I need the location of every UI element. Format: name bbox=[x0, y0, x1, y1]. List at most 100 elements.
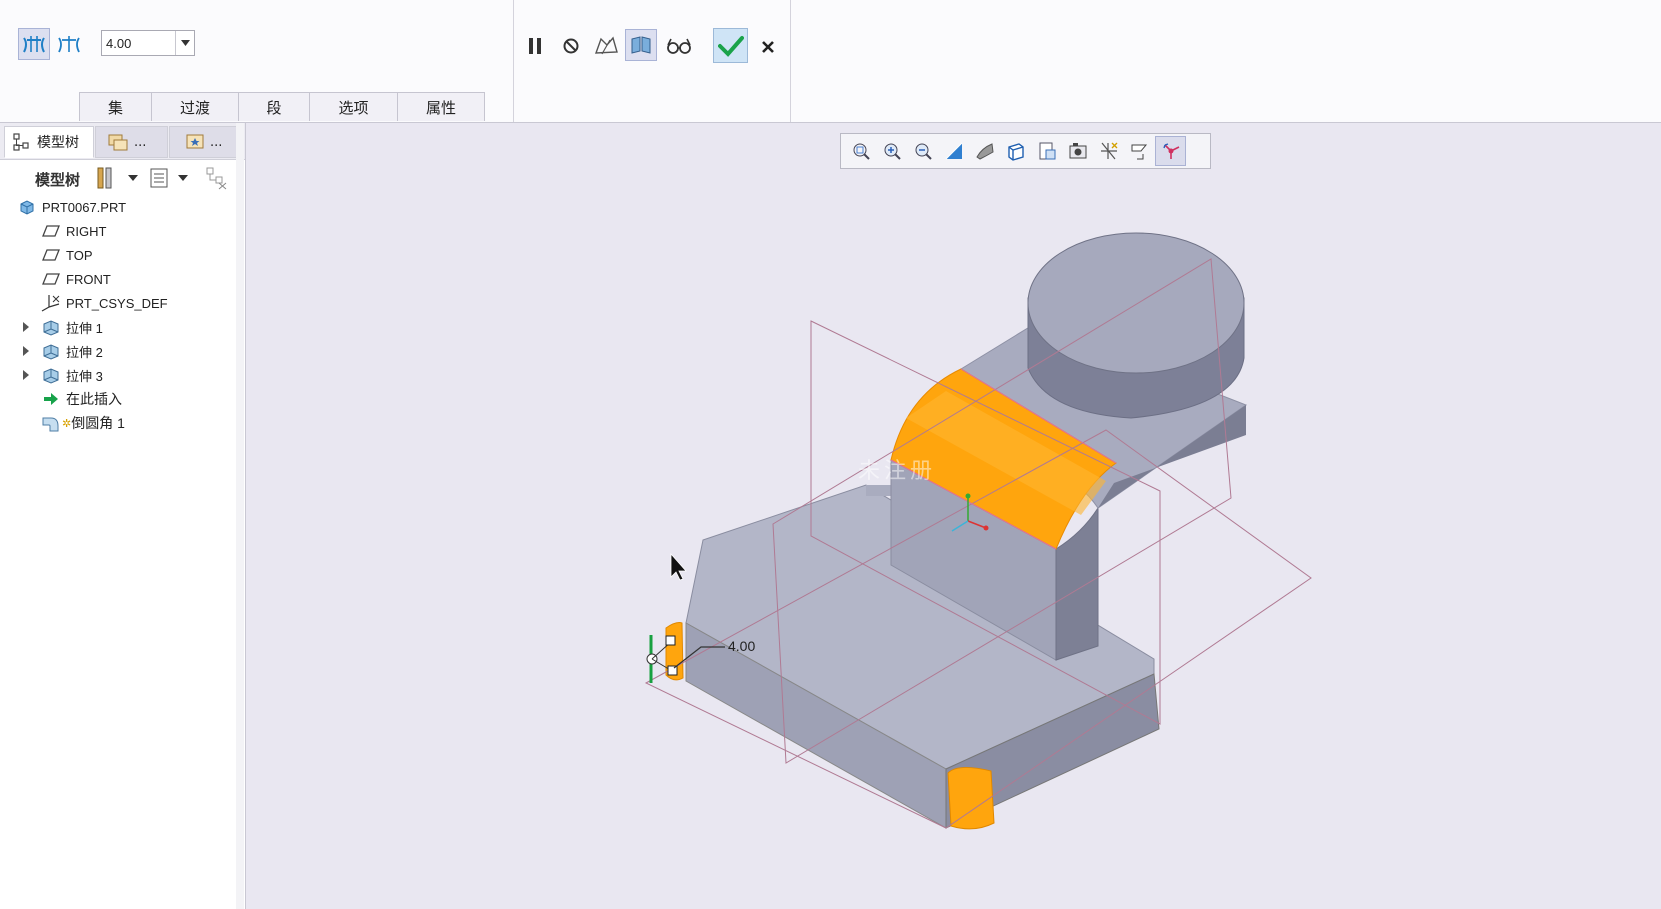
tree-item-label: 拉伸 1 bbox=[66, 320, 103, 336]
tree-item-front-plane[interactable]: FRONT bbox=[40, 268, 111, 290]
glasses-icon bbox=[667, 38, 691, 54]
tab-pieces[interactable]: 段 bbox=[238, 92, 310, 121]
transition-mode-button[interactable] bbox=[53, 28, 85, 60]
tab-folder-browser-label: ... bbox=[134, 134, 147, 150]
tree-filter-button[interactable] bbox=[204, 165, 232, 191]
radius-dropdown-button[interactable] bbox=[175, 31, 194, 55]
model-tree-toolbar: 模型树 bbox=[0, 160, 245, 196]
spin-center-icon bbox=[1162, 143, 1179, 159]
mouse-cursor-icon bbox=[670, 552, 687, 581]
preview-geometry-button[interactable] bbox=[625, 29, 657, 61]
tools-icon bbox=[97, 167, 112, 189]
tab-sets[interactable]: 集 bbox=[79, 92, 152, 121]
view-manager-button[interactable] bbox=[1031, 136, 1062, 166]
zoom-out-icon bbox=[915, 143, 932, 160]
model-tree-panel: 模型树 ... ... 模型树 PRT0067.PRT RIGHT TOP FR… bbox=[0, 123, 246, 909]
round-icon bbox=[40, 414, 62, 432]
tree-item-label: 拉伸 2 bbox=[66, 344, 103, 360]
refit-button[interactable] bbox=[845, 136, 876, 166]
pause-button[interactable] bbox=[519, 30, 551, 62]
tab-options[interactable]: 选项 bbox=[309, 92, 398, 121]
datum-plane-icon bbox=[40, 246, 62, 264]
zoom-in-icon bbox=[884, 143, 901, 160]
zoom-out-button[interactable] bbox=[907, 136, 938, 166]
no-preview-icon bbox=[563, 38, 579, 54]
corner-round-face[interactable] bbox=[947, 767, 995, 830]
tree-item-round-1[interactable]: ✲ 倒圆角 1 bbox=[40, 412, 125, 434]
tree-item-label: TOP bbox=[66, 247, 93, 263]
view-toolbar bbox=[840, 133, 1211, 169]
tree-scrollbar[interactable] bbox=[236, 123, 244, 909]
tree-item-csys[interactable]: PRT_CSYS_DEF bbox=[40, 292, 168, 314]
tree-item-extrude-2[interactable]: 拉伸 2 bbox=[40, 340, 103, 362]
tree-item-right-plane[interactable]: RIGHT bbox=[40, 220, 106, 242]
extrude-icon bbox=[40, 366, 62, 384]
display-style-button[interactable] bbox=[969, 136, 1000, 166]
display-style-icon bbox=[975, 143, 994, 160]
tree-item-part[interactable]: PRT0067.PRT bbox=[16, 196, 126, 218]
ok-button[interactable] bbox=[713, 28, 748, 63]
tree-item-extrude-1[interactable]: 拉伸 1 bbox=[40, 316, 103, 338]
tree-item-label: PRT0067.PRT bbox=[42, 199, 127, 215]
expand-arrow-icon[interactable] bbox=[21, 369, 31, 381]
watermark-text: 未注册 bbox=[858, 459, 937, 484]
chevron-down-icon bbox=[128, 175, 138, 181]
annotation-display-icon bbox=[1131, 144, 1147, 160]
refit-icon bbox=[853, 143, 870, 160]
camera-icon bbox=[1069, 143, 1086, 159]
geometry-preview-icon bbox=[631, 36, 651, 54]
chevron-down-icon bbox=[180, 40, 190, 46]
close-icon bbox=[762, 41, 774, 53]
favorites-icon bbox=[186, 134, 204, 149]
tab-favorites[interactable]: ... bbox=[169, 126, 241, 158]
navigator-tabs: 模型树 ... ... bbox=[0, 123, 245, 160]
tree-view-button[interactable] bbox=[148, 165, 194, 191]
tree-filter-icon bbox=[206, 167, 227, 190]
datum-plane-icon bbox=[40, 270, 62, 288]
extrude-icon bbox=[40, 318, 62, 336]
saved-orientations-button[interactable] bbox=[1000, 136, 1031, 166]
zoom-in-button[interactable] bbox=[876, 136, 907, 166]
new-feature-marker-icon: ✲ bbox=[62, 417, 72, 430]
checkmark-icon bbox=[717, 35, 744, 57]
cancel-button[interactable] bbox=[752, 31, 784, 63]
repaint-button[interactable] bbox=[938, 136, 969, 166]
insert-here-icon bbox=[40, 390, 62, 408]
tree-item-top-plane[interactable]: TOP bbox=[40, 244, 93, 266]
cube-icon bbox=[1007, 143, 1024, 161]
tree-item-label: FRONT bbox=[66, 271, 111, 287]
verify-mode-button[interactable] bbox=[663, 30, 695, 62]
datum-display-button[interactable] bbox=[1093, 136, 1124, 166]
csys-icon bbox=[40, 294, 62, 312]
model-tree-icon bbox=[13, 133, 29, 151]
tree-item-extrude-3[interactable]: 拉伸 3 bbox=[40, 364, 103, 386]
tab-folder-browser[interactable]: ... bbox=[95, 126, 168, 158]
tab-model-tree[interactable]: 模型树 bbox=[4, 126, 94, 158]
view-manager-icon bbox=[1039, 142, 1055, 160]
cylinder-top[interactable] bbox=[1027, 232, 1245, 374]
perspective-button[interactable] bbox=[1062, 136, 1093, 166]
tree-item-label: PRT_CSYS_DEF bbox=[66, 295, 168, 311]
tab-favorites-label: ... bbox=[210, 134, 223, 150]
base-back-face[interactable] bbox=[866, 485, 891, 496]
radius-input[interactable] bbox=[102, 32, 178, 54]
datum-plane-icon bbox=[40, 222, 62, 240]
round-set-icon bbox=[23, 36, 45, 53]
tab-properties[interactable]: 属性 bbox=[397, 92, 485, 121]
expand-arrow-icon[interactable] bbox=[21, 345, 31, 357]
tab-transitions[interactable]: 过渡 bbox=[151, 92, 239, 121]
dimension-label[interactable]: 4.00 bbox=[728, 638, 755, 654]
no-preview-button[interactable] bbox=[555, 30, 587, 62]
tree-item-label: 拉伸 3 bbox=[66, 368, 103, 384]
expand-arrow-icon[interactable] bbox=[21, 321, 31, 333]
tree-settings-button[interactable] bbox=[94, 165, 140, 191]
list-view-icon bbox=[150, 168, 168, 188]
preview-attached-button[interactable] bbox=[590, 30, 622, 62]
rounded-set-mode-button[interactable] bbox=[18, 28, 50, 60]
graphics-viewport[interactable]: 4.00 未注册 bbox=[246, 123, 1661, 909]
tree-item-insert-here[interactable]: 在此插入 bbox=[40, 388, 122, 410]
annotation-display-button[interactable] bbox=[1124, 136, 1155, 166]
radius-combo[interactable] bbox=[101, 30, 195, 56]
tree-item-label: 在此插入 bbox=[66, 391, 122, 407]
spin-center-button[interactable] bbox=[1155, 136, 1186, 166]
